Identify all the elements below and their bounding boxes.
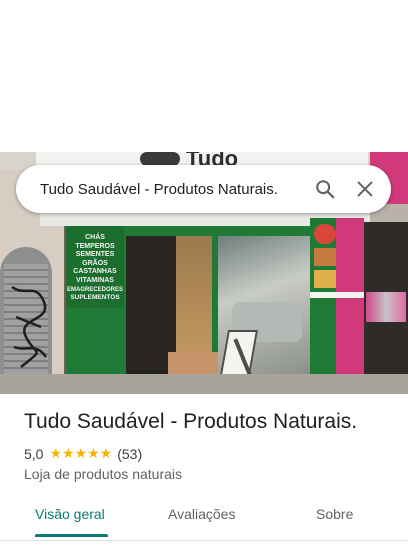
review-count[interactable]: (53) bbox=[117, 446, 142, 462]
tab-bar: Visão geral Avaliações Sobre bbox=[0, 496, 408, 538]
tab-about[interactable]: Sobre bbox=[316, 506, 353, 522]
panel-item: EMAGRECEDORES bbox=[66, 286, 123, 293]
product-list-panel: CHÁS TEMPEROS SEMENTES GRÃOS CASTANHAS V… bbox=[66, 226, 124, 308]
active-tab-indicator bbox=[35, 534, 108, 537]
rating-value: 5,0 bbox=[24, 445, 44, 462]
tab-reviews[interactable]: Avaliações bbox=[168, 506, 235, 522]
search-bar[interactable]: Tudo Saudável - Produtos Naturais. bbox=[16, 165, 391, 213]
graffiti bbox=[11, 285, 48, 368]
blank-header-area bbox=[0, 0, 408, 152]
panel-item: CASTANHAS bbox=[73, 268, 117, 276]
tabs-divider bbox=[0, 540, 408, 541]
panel-item: SUPLEMENTOS bbox=[70, 294, 120, 302]
shelves bbox=[176, 236, 212, 366]
panel-item: CHÁS bbox=[85, 234, 105, 241]
place-category[interactable]: Loja de produtos naturais bbox=[24, 466, 182, 482]
place-title: Tudo Saudável - Produtos Naturais. bbox=[24, 410, 358, 433]
tab-overview[interactable]: Visão geral bbox=[35, 506, 105, 522]
panel-item: GRÃOS bbox=[82, 259, 108, 267]
sign-logo bbox=[140, 152, 180, 166]
search-input[interactable]: Tudo Saudável - Produtos Naturais. bbox=[40, 181, 305, 198]
star-rating-icon: ★★★★★ bbox=[49, 445, 113, 461]
food-image bbox=[314, 248, 336, 266]
search-icon[interactable] bbox=[305, 169, 345, 209]
food-image bbox=[314, 270, 336, 288]
rating-row[interactable]: 5,0 ★★★★★ (53) bbox=[24, 445, 142, 462]
neighbor-goods bbox=[366, 292, 406, 322]
sidewalk bbox=[0, 374, 408, 394]
panel-item: VITAMINAS bbox=[76, 276, 114, 284]
panel-item: SEMENTES bbox=[75, 251, 115, 259]
panel-item: TEMPEROS bbox=[75, 242, 115, 250]
food-image bbox=[314, 224, 336, 244]
pillar-band bbox=[310, 292, 364, 298]
close-icon[interactable] bbox=[345, 169, 385, 209]
green-lintel bbox=[126, 226, 312, 236]
